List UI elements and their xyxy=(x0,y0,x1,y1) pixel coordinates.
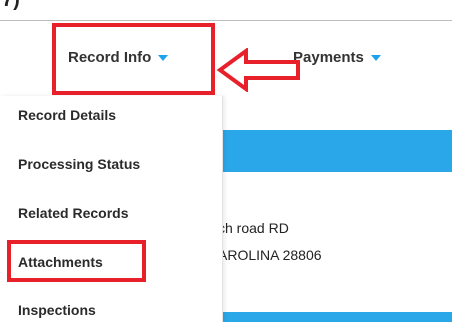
content-banner xyxy=(222,130,452,172)
menu-item-inspections[interactable]: Inspections xyxy=(18,301,96,319)
tab-payments[interactable]: Payments xyxy=(293,48,381,68)
attachments-highlight-box xyxy=(7,240,146,282)
address-line-state-zip: AROLINA 28806 xyxy=(218,247,322,263)
record-info-dropdown-menu: Record Details Processing Status Related… xyxy=(0,96,223,322)
menu-item-processing-status[interactable]: Processing Status xyxy=(18,155,140,173)
step-number: 7) xyxy=(2,0,20,11)
menu-item-record-details[interactable]: Record Details xyxy=(18,106,116,124)
tab-payments-label: Payments xyxy=(293,49,364,66)
content-banner-bottom xyxy=(222,312,452,322)
left-arrow-icon xyxy=(216,48,300,92)
menu-item-related-records[interactable]: Related Records xyxy=(18,204,128,222)
record-info-highlight-box xyxy=(52,23,215,95)
caret-down-icon xyxy=(370,55,381,61)
address-line-street: ch road RD xyxy=(218,220,289,236)
screenshot-stage: 7) ch road RD AROLINA 28806 Record Info … xyxy=(0,0,452,322)
